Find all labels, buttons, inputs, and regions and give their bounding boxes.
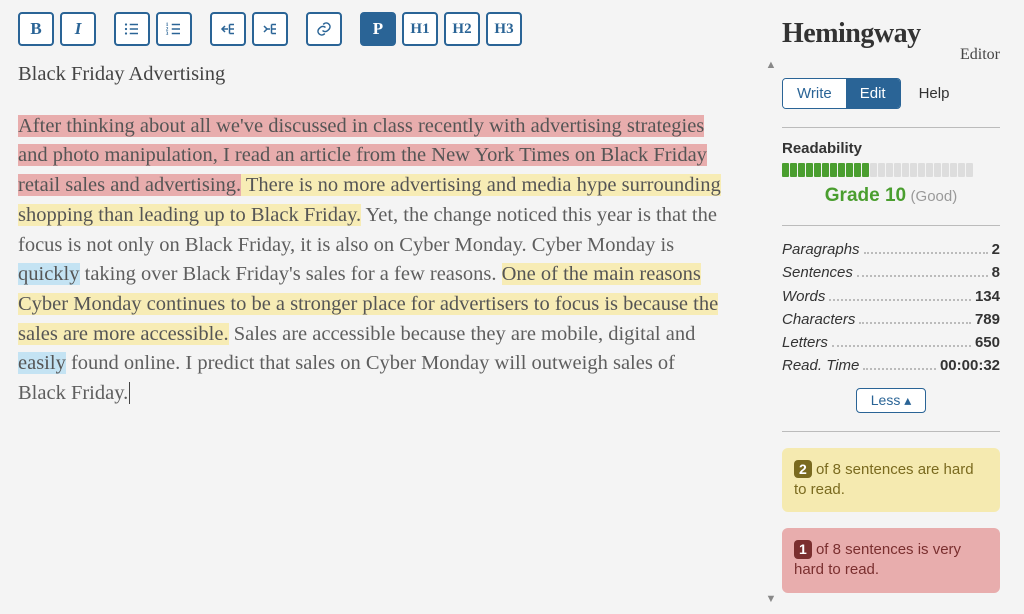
outdent-icon: [219, 20, 237, 38]
text-plain: found online. I predict that sales on Cy…: [18, 352, 675, 404]
h3-button[interactable]: H3: [486, 12, 522, 46]
grade-note: (Good): [911, 188, 958, 205]
link-icon: [315, 20, 333, 38]
readability-tick: [870, 163, 877, 177]
bold-button[interactable]: B: [18, 12, 54, 46]
tip-hard[interactable]: 2 of 8 sentences are hard to read.: [782, 448, 1000, 513]
readability-tick: [814, 163, 821, 177]
readability-tick: [902, 163, 909, 177]
text-cursor: [129, 382, 130, 404]
help-link[interactable]: Help: [919, 85, 950, 102]
paragraph-button[interactable]: P: [360, 12, 396, 46]
stat-words: Words134: [782, 285, 1000, 308]
outdent-button[interactable]: [210, 12, 246, 46]
readability-tick: [822, 163, 829, 177]
scrollbar[interactable]: ▲ ▼: [764, 58, 778, 606]
number-list-button[interactable]: 123: [156, 12, 192, 46]
readability-tick: [862, 163, 869, 177]
h1-button[interactable]: H1: [402, 12, 438, 46]
svg-text:3: 3: [166, 31, 169, 37]
editor-pane: B I 123 P H1 H2 H3 Black Friday Advertis…: [0, 0, 782, 614]
readability-tick: [942, 163, 949, 177]
readability-tick: [886, 163, 893, 177]
indent-icon: [261, 20, 279, 38]
readability-tick: [918, 163, 925, 177]
edit-tab[interactable]: Edit: [846, 79, 900, 108]
document-title[interactable]: Black Friday Advertising: [18, 60, 724, 90]
stat-letters: Letters650: [782, 331, 1000, 354]
readability-tick: [966, 163, 973, 177]
stat-sentences: Sentences8: [782, 261, 1000, 284]
list-ul-icon: [123, 20, 141, 38]
tip-hard-count: 2: [794, 460, 812, 479]
stat-readtime: Read. Time00:00:32: [782, 354, 1000, 377]
stats: Paragraphs2 Sentences8 Words134 Characte…: [782, 238, 1000, 378]
readability-tick: [894, 163, 901, 177]
highlight-adverb: easily: [18, 352, 66, 374]
readability-tick: [910, 163, 917, 177]
scroll-up-icon[interactable]: ▲: [764, 58, 778, 72]
readability-tick: [846, 163, 853, 177]
mode-tabs: Write Edit Help: [782, 78, 1000, 109]
write-tab[interactable]: Write: [783, 79, 846, 108]
text-plain: Sales are accessible because they are mo…: [229, 323, 696, 345]
readability-bar: [782, 163, 1000, 177]
readability-tick: [926, 163, 933, 177]
indent-button[interactable]: [252, 12, 288, 46]
tip-very-hard[interactable]: 1 of 8 sentences is very hard to read.: [782, 528, 1000, 593]
h2-button[interactable]: H2: [444, 12, 480, 46]
text-plain: taking over Black Friday's sales for a f…: [80, 263, 502, 285]
sidebar: Hemingway Editor Write Edit Help Readabi…: [782, 0, 1024, 614]
brand-name: Hemingway: [782, 18, 921, 49]
readability-tick: [878, 163, 885, 177]
tip-hard-text: of 8 sentences are hard to read.: [794, 461, 974, 498]
scroll-down-icon[interactable]: ▼: [764, 592, 778, 606]
highlight-adverb: quickly: [18, 263, 80, 285]
tip-vhard-text: of 8 sentences is very hard to read.: [794, 541, 961, 578]
stat-paragraphs: Paragraphs2: [782, 238, 1000, 261]
readability-tick: [934, 163, 941, 177]
document-paragraph[interactable]: After thinking about all we've discussed…: [18, 112, 724, 409]
readability-tick: [798, 163, 805, 177]
tip-vhard-count: 1: [794, 540, 812, 559]
list-ol-icon: 123: [165, 20, 183, 38]
readability-tick: [838, 163, 845, 177]
readability-grade: Grade 10 (Good): [782, 185, 1000, 207]
readability-tick: [950, 163, 957, 177]
readability-tick: [830, 163, 837, 177]
readability-tick: [958, 163, 965, 177]
grade-value: Grade 10: [825, 185, 906, 206]
editor-content[interactable]: Black Friday Advertising After thinking …: [18, 60, 764, 409]
italic-button[interactable]: I: [60, 12, 96, 46]
link-button[interactable]: [306, 12, 342, 46]
readability-tick: [806, 163, 813, 177]
stat-characters: Characters789: [782, 308, 1000, 331]
bullet-list-button[interactable]: [114, 12, 150, 46]
brand: Hemingway Editor: [782, 18, 1000, 64]
readability-tick: [782, 163, 789, 177]
toolbar: B I 123 P H1 H2 H3: [18, 12, 764, 46]
less-button[interactable]: Less ▴: [856, 388, 927, 413]
readability-tick: [790, 163, 797, 177]
readability-label: Readability: [782, 140, 1000, 157]
readability-tick: [854, 163, 861, 177]
